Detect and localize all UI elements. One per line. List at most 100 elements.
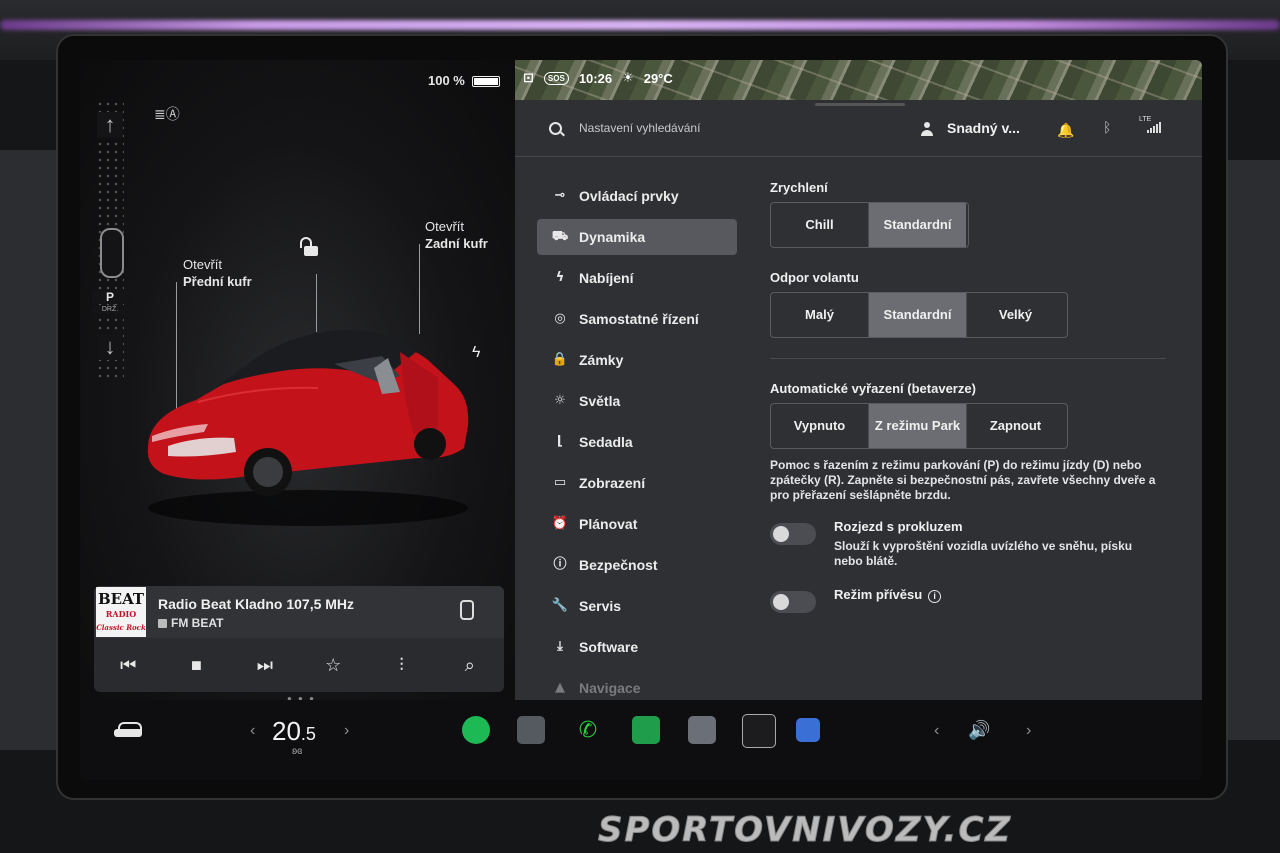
volume-decrease-icon[interactable]: ‹ xyxy=(934,722,939,740)
driver-profile[interactable]: Snadný v... xyxy=(947,120,1020,136)
stop-icon[interactable]: ■ xyxy=(162,638,230,692)
temp-increase-icon[interactable]: › xyxy=(344,722,349,740)
car-illustration[interactable] xyxy=(138,308,478,528)
media-now-playing[interactable]: BEAT RADIO Classic Rock Radio Beat Kladn… xyxy=(94,586,504,638)
menu-item-charging[interactable]: ϟ Nabíjení xyxy=(537,260,737,296)
energy-app-icon[interactable] xyxy=(632,716,660,744)
gear-selector[interactable]: ↑ P DRŽ. ↓ xyxy=(92,100,128,380)
trunk-label: Zadní kufr xyxy=(425,236,488,251)
steering-option-light[interactable]: Malý xyxy=(771,293,869,337)
menu-item-label: Ovládací prvky xyxy=(579,188,679,204)
menu-item-safety[interactable]: ⓘ Bezpečnost xyxy=(537,547,737,583)
media-source-icon[interactable] xyxy=(460,600,474,620)
status-bar: ⊡ SOS 10:26 ☀ 29°C xyxy=(523,70,673,86)
trunk-callout[interactable]: Otevřít Zadní kufr xyxy=(425,218,488,252)
frunk-callout[interactable]: Otevřít Přední kufr xyxy=(183,256,252,290)
fm-icon xyxy=(158,619,167,628)
info-icon[interactable]: i xyxy=(928,590,942,603)
volume-icon[interactable]: 🔊 xyxy=(968,720,990,741)
menu-item-service[interactable]: 🔧 Servis xyxy=(537,588,737,624)
menu-item-label: Zámky xyxy=(579,352,624,368)
car-top-icon[interactable] xyxy=(100,228,124,278)
autoshift-option-from-park[interactable]: Z režimu Park xyxy=(869,404,967,448)
trailer-mode-label-wrap: Režim přívěsu i xyxy=(834,587,942,603)
favorite-icon[interactable]: ☆ xyxy=(299,638,367,692)
equalizer-icon[interactable]: ⫶ xyxy=(367,638,435,692)
section-divider xyxy=(770,358,1166,359)
menu-item-locks[interactable]: 🔒 Zámky xyxy=(537,342,737,378)
download-icon: ⤓ xyxy=(557,639,563,654)
autoshift-option-off[interactable]: Vypnuto xyxy=(771,404,869,448)
sos-icon[interactable]: SOS xyxy=(543,71,569,85)
menu-item-schedule[interactable]: ⏰ Plánovat xyxy=(537,506,737,542)
bottom-dock: ‹ 20.5 ʚɞ › ✆ ‹ 🔊 › xyxy=(80,700,1202,780)
dashcam-viewer-icon[interactable] xyxy=(688,716,716,744)
bolt-icon: ϟ xyxy=(555,270,565,285)
menu-item-controls[interactable]: ⊸ Ovládací prvky xyxy=(537,178,737,214)
battery-icon xyxy=(472,76,500,87)
car-controls-icon[interactable] xyxy=(114,722,144,738)
display-icon: ▭ xyxy=(553,475,567,490)
menu-item-software[interactable]: ⤓ Software xyxy=(537,629,737,665)
menu-item-seats[interactable]: ⌊ Sedadla xyxy=(537,424,737,460)
search-icon[interactable] xyxy=(549,122,562,135)
steering-option-heavy[interactable]: Velký xyxy=(967,293,1064,337)
user-icon[interactable] xyxy=(921,122,933,136)
logo-text-radio: RADIO xyxy=(105,609,137,619)
app-launcher-icon[interactable] xyxy=(742,714,776,748)
ambient-light-strip xyxy=(0,20,1280,30)
menu-item-dynamics[interactable]: ⛟ Dynamika xyxy=(537,219,737,255)
menu-item-label: Světla xyxy=(579,393,621,409)
bluetooth-icon[interactable]: ᛒ xyxy=(1103,120,1111,136)
settings-search-input[interactable] xyxy=(577,120,841,136)
navigation-app-icon[interactable] xyxy=(796,718,820,742)
dashboard-right xyxy=(1228,160,1280,740)
spotify-icon[interactable] xyxy=(462,716,490,744)
cabin-temperature[interactable]: 20.5 xyxy=(272,716,316,747)
frunk-label: Přední kufr xyxy=(183,274,252,289)
arrow-down-icon[interactable]: ↓ xyxy=(97,334,123,360)
media-search-icon[interactable]: ⌕ xyxy=(436,638,504,692)
wrench-icon: 🔧 xyxy=(551,598,569,613)
drag-handle[interactable] xyxy=(815,103,905,106)
unlock-icon[interactable] xyxy=(300,237,318,256)
autoshift-description: Pomoc s řazením z režimu parkování (P) d… xyxy=(770,458,1156,502)
previous-icon[interactable]: ⏮ xyxy=(94,638,162,692)
menu-item-lights[interactable]: ☼ Světla xyxy=(537,383,737,419)
light-icon: ☼ xyxy=(554,393,566,408)
menu-item-label: Software xyxy=(579,639,639,655)
station-logo: BEAT RADIO Classic Rock xyxy=(96,587,146,637)
next-icon[interactable]: ⏭ xyxy=(231,638,299,692)
temp-value: 20 xyxy=(272,716,301,746)
phone-icon[interactable]: ✆ xyxy=(574,716,602,744)
seat-icon: ⌊ xyxy=(557,434,563,449)
trailer-mode-toggle[interactable] xyxy=(770,591,816,613)
battery-percent: 100 % xyxy=(428,73,465,88)
autoshift-option-on[interactable]: Zapnout xyxy=(967,404,1064,448)
dashboard-left xyxy=(0,150,58,750)
camera-icon[interactable] xyxy=(517,716,545,744)
menu-item-label: Sedadla xyxy=(579,434,633,450)
temp-decrease-icon[interactable]: ‹ xyxy=(250,722,255,740)
volume-increase-icon[interactable]: › xyxy=(1026,722,1031,740)
menu-item-label: Servis xyxy=(579,598,622,614)
bell-icon[interactable]: 🔔 xyxy=(1057,122,1074,139)
alarm-clock-icon: ⏰ xyxy=(551,516,569,531)
source-label: FM BEAT xyxy=(171,616,224,630)
seat-heater-icon[interactable]: ʚɞ xyxy=(292,746,302,757)
acceleration-option-chill[interactable]: Chill xyxy=(771,203,869,247)
acceleration-option-standard[interactable]: Standardní xyxy=(869,203,966,247)
autoshift-title: Automatické vyřazení (betaverze) xyxy=(770,381,976,396)
auto-headlights-icon[interactable]: ≣Ⓐ xyxy=(154,104,180,124)
arrow-up-icon[interactable]: ↑ xyxy=(97,112,123,138)
lock-status-icon: ⊡ xyxy=(523,70,534,85)
dynamics-settings: Zrychlení Chill Standardní Odpor volantu… xyxy=(770,180,1170,647)
steering-option-standard[interactable]: Standardní xyxy=(869,293,967,337)
media-player[interactable]: BEAT RADIO Classic Rock Radio Beat Kladn… xyxy=(94,586,504,692)
slip-start-toggle[interactable] xyxy=(770,523,816,545)
watermark: SPORTOVNIVOZY.CZ xyxy=(597,810,1013,851)
menu-item-label: Bezpečnost xyxy=(579,557,658,573)
menu-item-display[interactable]: ▭ Zobrazení xyxy=(537,465,737,501)
gear-hold-label: DRŽ. xyxy=(92,306,128,313)
menu-item-autopilot[interactable]: ◎ Samostatné řízení xyxy=(537,301,737,337)
